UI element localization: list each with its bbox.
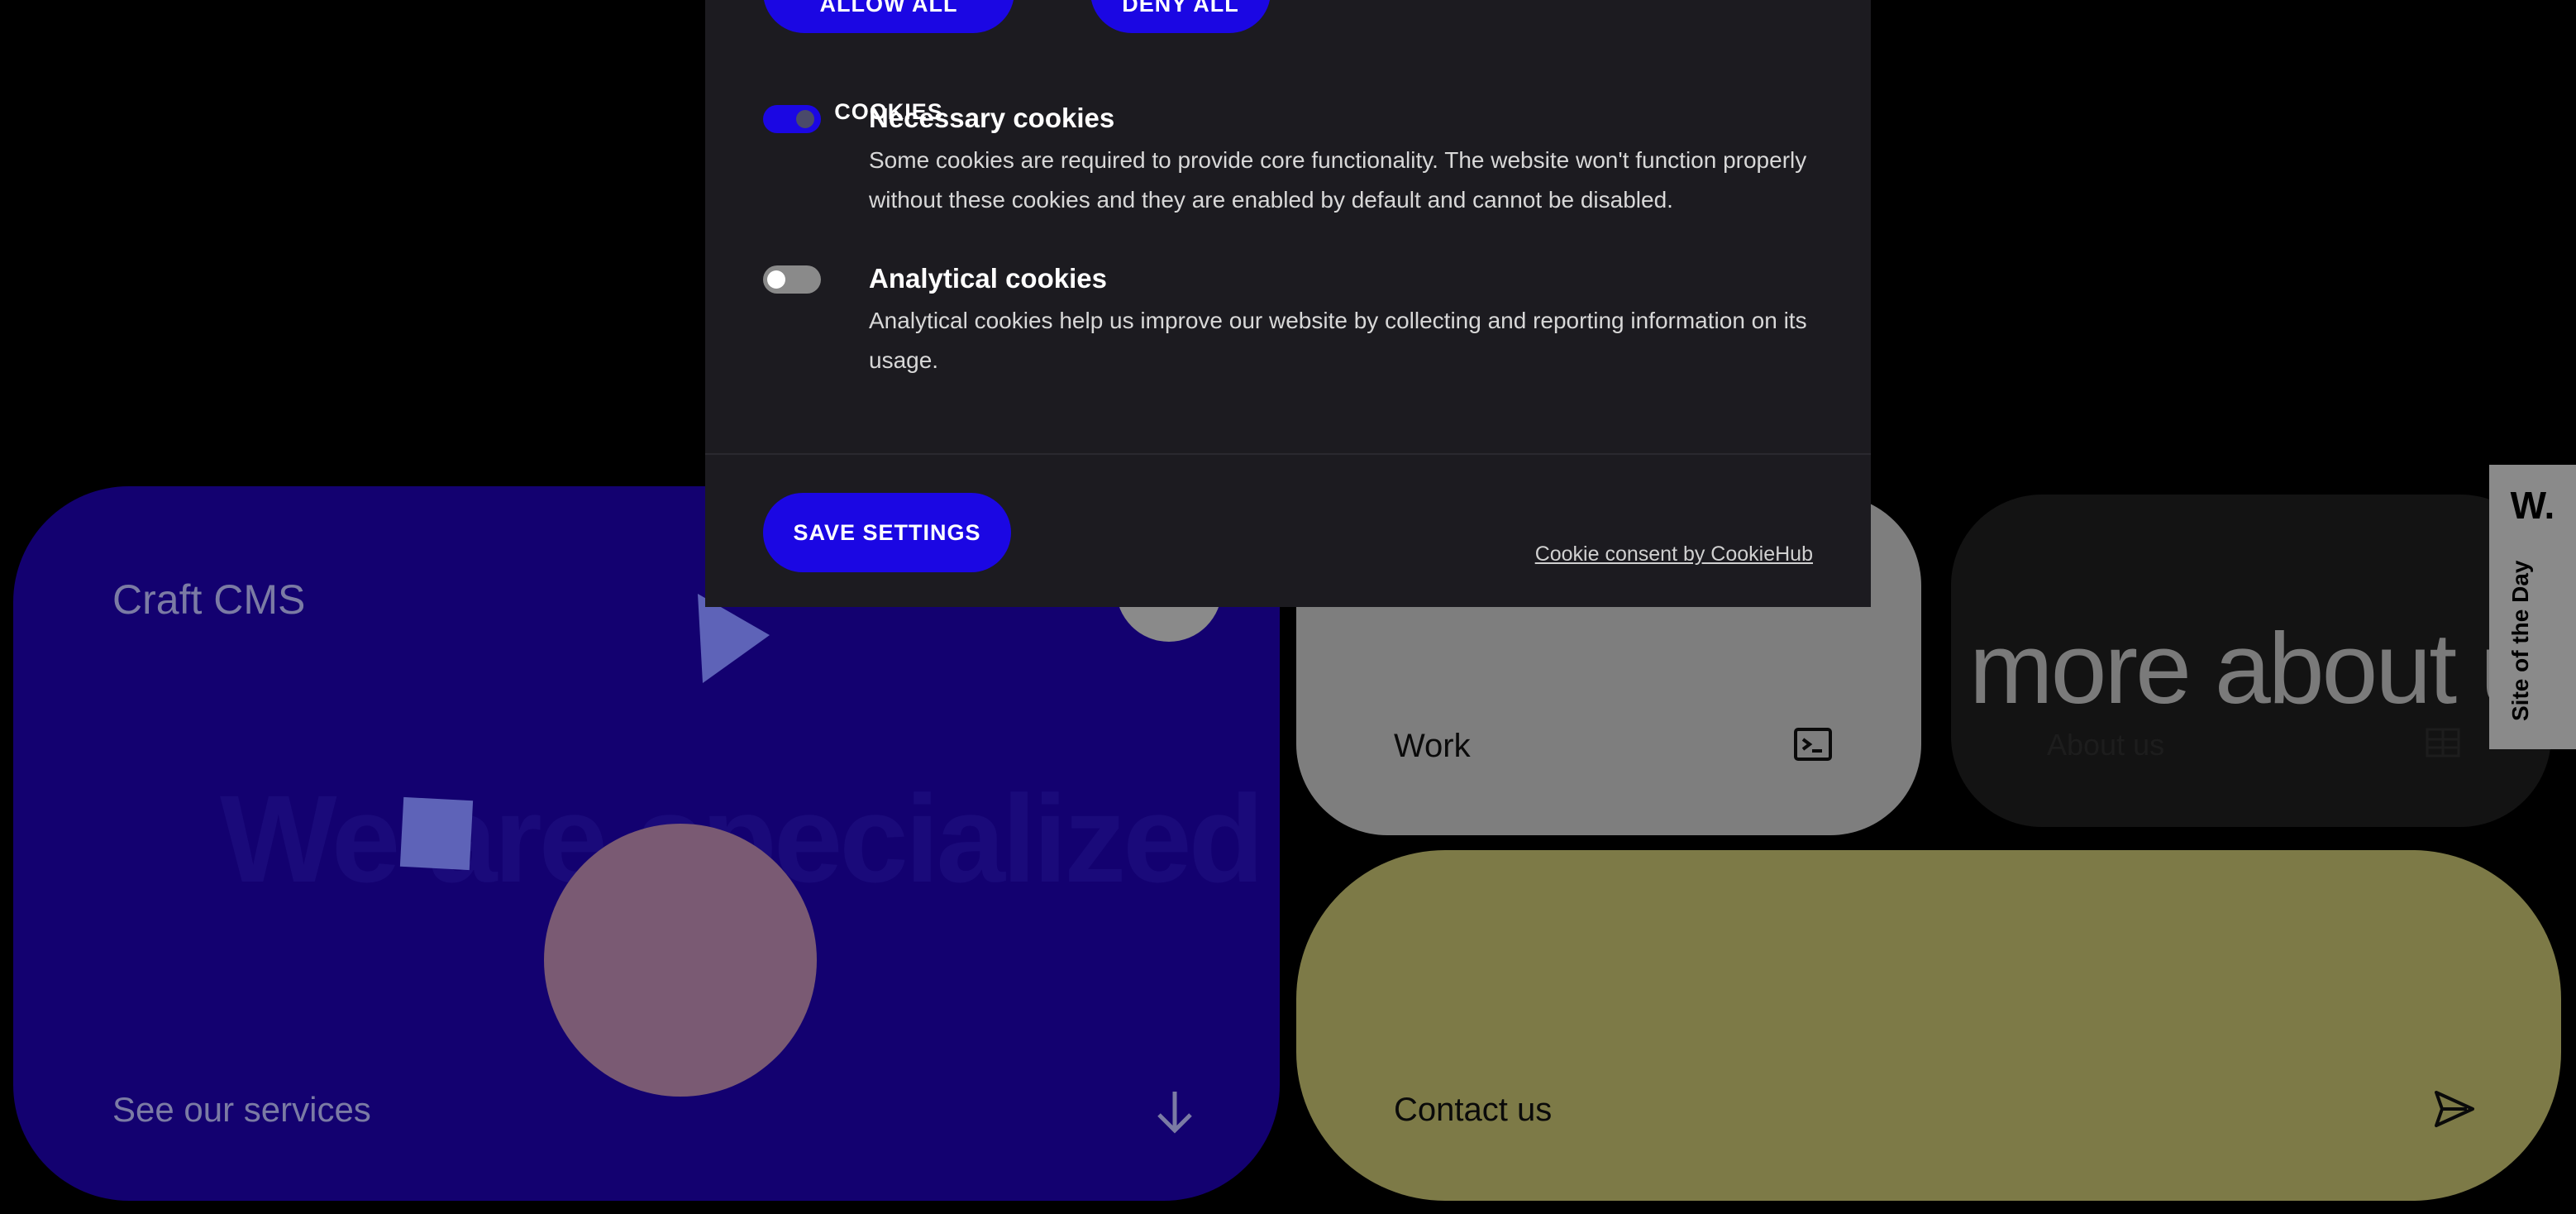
work-label: Work <box>1394 728 1471 764</box>
send-icon <box>2435 1091 2474 1127</box>
cookiehub-credit-link[interactable]: Cookie consent by CookieHub <box>1535 542 1813 566</box>
necessary-cookies-toggle[interactable] <box>763 105 821 133</box>
allow-all-cookies-button[interactable]: ALLOW ALL COOKIES <box>763 0 1014 124</box>
contact-us-label: Contact us <box>1394 1092 1553 1128</box>
contact-card[interactable]: Contact us <box>1296 850 2561 1201</box>
craft-cms-label: Craft CMS <box>112 576 306 623</box>
awwwards-logo: W. <box>2510 484 2555 527</box>
cookie-consent-dialog: ALLOW ALL COOKIES DENY ALL Necessary coo… <box>705 0 1871 607</box>
necessary-cookies-title: Necessary cookies <box>869 103 1115 133</box>
arrow-down-icon[interactable] <box>1154 1088 1195 1135</box>
necessary-cookies-description: Some cookies are required to provide cor… <box>869 147 1807 213</box>
triangle-shape <box>698 594 770 683</box>
circle-shape <box>544 824 817 1097</box>
about-card[interactable]: more about us About us <box>1951 495 2551 827</box>
building-icon <box>2426 728 2460 758</box>
about-us-label: About us <box>2047 728 2165 762</box>
terminal-icon <box>1794 728 1832 761</box>
about-marquee-text: more about us <box>1969 612 2551 724</box>
see-services-link[interactable]: See our services <box>112 1090 371 1130</box>
dialog-divider <box>705 453 1871 455</box>
deny-all-button[interactable]: DENY ALL <box>1090 0 1271 33</box>
site-of-the-day-badge[interactable]: W. Site of the Day <box>2489 465 2576 749</box>
analytical-cookies-title: Analytical cookies <box>869 263 1107 294</box>
analytical-cookies-description: Analytical cookies help us improve our w… <box>869 308 1807 373</box>
save-settings-button[interactable]: SAVE SETTINGS <box>763 493 1011 572</box>
site-of-the-day-label: Site of the Day <box>2507 560 2533 721</box>
analytical-cookies-toggle[interactable] <box>763 265 821 294</box>
square-shape <box>399 796 474 871</box>
